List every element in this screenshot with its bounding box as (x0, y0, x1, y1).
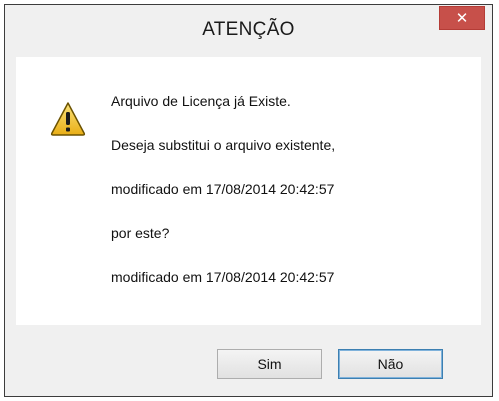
dialog-title: ATENÇÃO (202, 19, 295, 40)
message-line: Deseja substitui o arquivo existente, (111, 137, 336, 153)
message-area: Arquivo de Licença já Existe. Deseja sub… (16, 57, 481, 325)
close-button[interactable]: ✕ (439, 6, 485, 30)
message-text: Arquivo de Licença já Existe. Deseja sub… (111, 93, 471, 313)
title-bar[interactable]: ATENÇÃO ✕ (5, 5, 492, 57)
close-icon: ✕ (455, 10, 469, 27)
confirm-dialog: ATENÇÃO ✕ Arquivo de Licença já Existe. … (4, 4, 493, 397)
no-button[interactable]: Não (338, 349, 443, 379)
message-line: modificado em 17/08/2014 20:42:57 (111, 181, 335, 197)
yes-button[interactable]: Sim (217, 349, 322, 379)
message-line: Arquivo de Licença já Existe. (111, 93, 291, 109)
message-line: por este? (111, 225, 170, 241)
warning-icon (50, 102, 86, 136)
message-line: modificado em 17/08/2014 20:42:57 (111, 269, 335, 285)
button-bar: Sim Não (5, 325, 492, 396)
